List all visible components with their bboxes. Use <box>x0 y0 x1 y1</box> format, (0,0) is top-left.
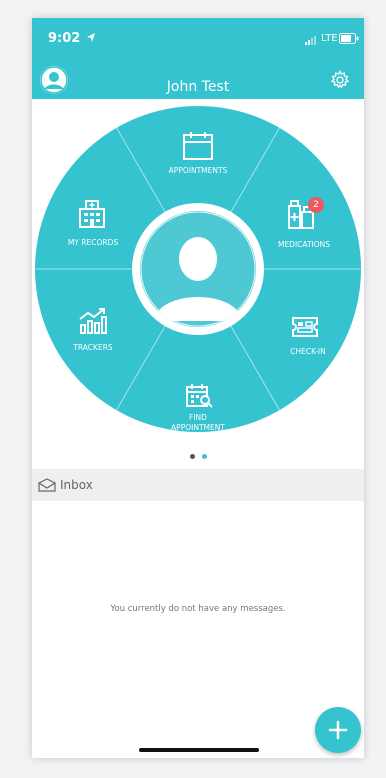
ticket-icon <box>292 317 318 337</box>
segment-label-line2: APPOINTMENT <box>171 423 225 432</box>
battery-icon <box>339 33 359 44</box>
calendar-icon <box>183 132 213 160</box>
segment-medications[interactable]: MEDICATIONS <box>258 184 350 264</box>
network-type: LTE <box>321 33 338 44</box>
chart-trend-icon <box>79 308 107 334</box>
inbox-header[interactable]: Inbox <box>32 469 364 501</box>
segment-label: FIND <box>189 413 207 422</box>
plus-icon <box>328 720 348 740</box>
segment-appointments[interactable]: APPOINTMENTS <box>152 119 244 205</box>
segment-check-in[interactable]: CHECK-IN <box>260 304 352 374</box>
add-button[interactable] <box>315 707 361 753</box>
page-dot-active[interactable] <box>202 454 207 459</box>
inbox-title: Inbox <box>60 478 93 492</box>
feature-wheel: APPOINTMENTS MEDICATIONS 2 CHECK-IN FIND… <box>32 99 364 439</box>
segment-label: MY RECORDS <box>67 238 119 247</box>
segment-label: CHECK-IN <box>290 347 326 356</box>
page-indicator[interactable] <box>32 454 364 464</box>
segment-label: TRACKERS <box>73 343 113 352</box>
user-name: John Test <box>166 79 230 95</box>
center-profile-photo[interactable] <box>140 211 256 327</box>
segment-label: MEDICATIONS <box>277 240 331 249</box>
inbox-empty-message: You currently do not have any messages. <box>110 604 286 614</box>
home-indicator <box>139 748 259 752</box>
profile-avatar-icon <box>154 237 242 321</box>
signal-icon <box>305 36 316 45</box>
hospital-icon <box>79 200 105 228</box>
segment-my-records[interactable]: MY RECORDS <box>46 184 138 264</box>
segment-trackers[interactable]: TRACKERS <box>46 299 138 369</box>
page-dot[interactable] <box>190 454 195 459</box>
app-header: 9:02 LTE John Test <box>32 18 364 99</box>
status-bar: 9:02 LTE <box>32 18 364 58</box>
gear-icon[interactable] <box>329 69 351 91</box>
location-arrow-icon <box>87 33 95 42</box>
status-time: 9:02 <box>48 31 81 46</box>
segment-label: APPOINTMENTS <box>168 166 228 175</box>
calendar-search-icon <box>186 384 213 408</box>
envelope-icon <box>38 478 56 492</box>
segment-find-appointment[interactable]: FIND APPOINTMENT <box>152 371 244 437</box>
phone-screen: 9:02 LTE John Test APPOINTMENTS MEDICATI… <box>32 18 364 758</box>
medications-count-badge: 2 <box>308 197 324 213</box>
